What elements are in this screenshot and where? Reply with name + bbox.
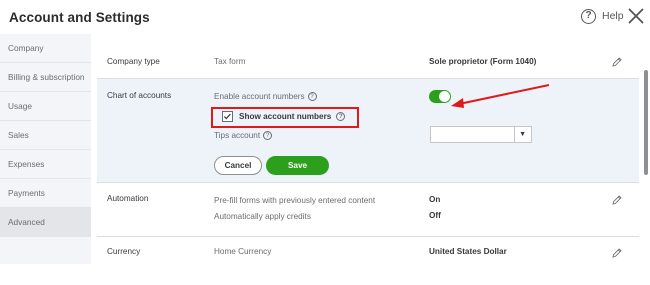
automation-row: Automation Pre-fill forms with previousl… [97, 183, 639, 237]
sidebar-item-usage[interactable]: Usage [0, 92, 91, 121]
question-icon[interactable]: ? [263, 131, 273, 141]
sidebar-item-company[interactable]: Company [0, 34, 91, 63]
tips-account-select[interactable]: ▼ [430, 126, 532, 143]
help-button[interactable]: ? Help [581, 6, 624, 26]
prefill-forms-value: On [429, 195, 441, 204]
checkmark-icon [223, 113, 231, 120]
help-label: Help [602, 10, 624, 22]
pencil-icon[interactable] [611, 194, 623, 206]
page-title: Account and Settings [9, 10, 150, 25]
pencil-icon[interactable] [611, 247, 623, 259]
show-account-numbers-checkbox[interactable] [222, 111, 233, 122]
automation-label: Automation [107, 194, 149, 203]
company-type-row: Company type Tax form Sole proprietor (F… [97, 44, 639, 79]
apply-credits-label: Automatically apply credits [214, 212, 311, 221]
sidebar-item-sales[interactable]: Sales [0, 121, 91, 150]
sidebar-item-advanced[interactable]: Advanced [0, 208, 91, 237]
home-currency-label: Home Currency [214, 247, 272, 256]
dropdown-arrow-icon[interactable]: ▼ [519, 131, 526, 138]
show-account-numbers-label: Show account numbers? [239, 112, 346, 122]
save-button[interactable]: Save [266, 156, 329, 175]
chart-of-accounts-row: Chart of accounts Enable account numbers… [97, 79, 639, 183]
tax-form-label: Tax form [214, 57, 246, 66]
annotation-arrow-icon [451, 84, 550, 108]
sidebar-item-payments[interactable]: Payments [0, 179, 91, 208]
help-icon: ? [581, 8, 596, 24]
tips-account-text: Tips account [214, 131, 261, 140]
enable-account-numbers-label: Enable account numbers? [214, 92, 317, 102]
question-icon[interactable]: ? [336, 112, 346, 122]
close-icon[interactable] [626, 6, 646, 26]
currency-label: Currency [107, 247, 141, 256]
apply-credits-value: Off [429, 211, 441, 220]
sidebar-item-expenses[interactable]: Expenses [0, 150, 91, 179]
tips-account-label: Tips account? [214, 131, 273, 141]
settings-sidebar: Company Billing & subscription Usage Sal… [0, 34, 91, 264]
chart-of-accounts-label: Chart of accounts [107, 91, 172, 100]
pencil-icon[interactable] [611, 56, 623, 68]
enable-account-numbers-text: Enable account numbers [214, 92, 305, 101]
prefill-forms-label: Pre-fill forms with previously entered c… [214, 196, 376, 205]
cancel-button[interactable]: Cancel [214, 156, 262, 175]
select-divider [514, 127, 515, 142]
show-account-numbers-text: Show account numbers [239, 112, 332, 121]
settings-panel: Company type Tax form Sole proprietor (F… [91, 34, 650, 264]
tax-form-value: Sole proprietor (Form 1040) [429, 57, 537, 66]
currency-row: Currency Home Currency United States Dol… [97, 237, 639, 264]
question-icon[interactable]: ? [307, 92, 317, 102]
sidebar-item-billing[interactable]: Billing & subscription [0, 63, 91, 92]
home-currency-value: United States Dollar [429, 247, 507, 256]
scrollbar[interactable] [644, 70, 648, 175]
company-type-label: Company type [107, 57, 160, 66]
